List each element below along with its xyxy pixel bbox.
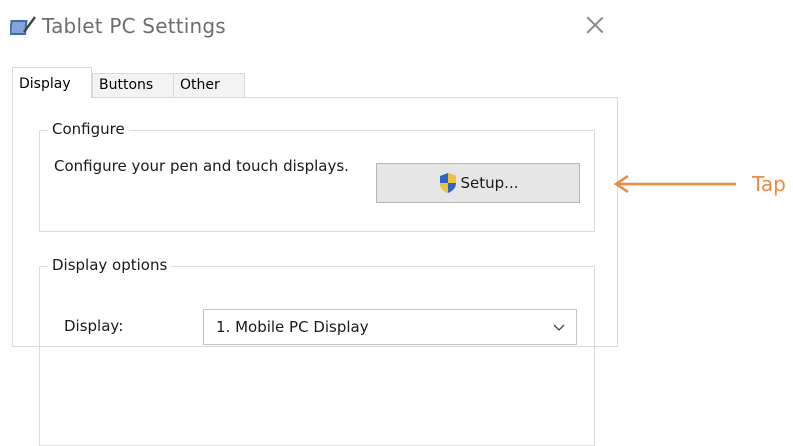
display-label: Display:: [64, 317, 124, 335]
display-dropdown-value: 1. Mobile PC Display: [216, 318, 369, 336]
tab-display[interactable]: Display: [12, 67, 92, 98]
chevron-down-icon: [553, 324, 565, 331]
display-options-legend: Display options: [48, 256, 172, 274]
title-bar: Tablet PC Settings: [0, 0, 620, 56]
close-icon[interactable]: [584, 14, 606, 36]
tab-buttons[interactable]: Buttons: [92, 73, 174, 97]
tablet-pen-icon: [10, 16, 36, 35]
display-options-group: Display options Display: 1. Mobile PC Di…: [39, 256, 595, 446]
display-dropdown[interactable]: 1. Mobile PC Display: [203, 309, 577, 345]
setup-button-label: Setup...: [460, 174, 519, 192]
configure-group: Configure Configure your pen and touch d…: [39, 120, 595, 232]
display-tab-page: Configure Configure your pen and touch d…: [12, 97, 618, 446]
uac-shield-icon: [439, 173, 456, 193]
arrow-left-icon: [613, 174, 736, 194]
configure-legend: Configure: [48, 120, 129, 138]
window-title: Tablet PC Settings: [42, 14, 226, 38]
configure-description: Configure your pen and touch displays.: [54, 157, 349, 175]
annotation-tap-label: Tap: [752, 172, 786, 196]
tab-other[interactable]: Other: [173, 73, 245, 97]
setup-button[interactable]: Setup...: [376, 163, 580, 203]
